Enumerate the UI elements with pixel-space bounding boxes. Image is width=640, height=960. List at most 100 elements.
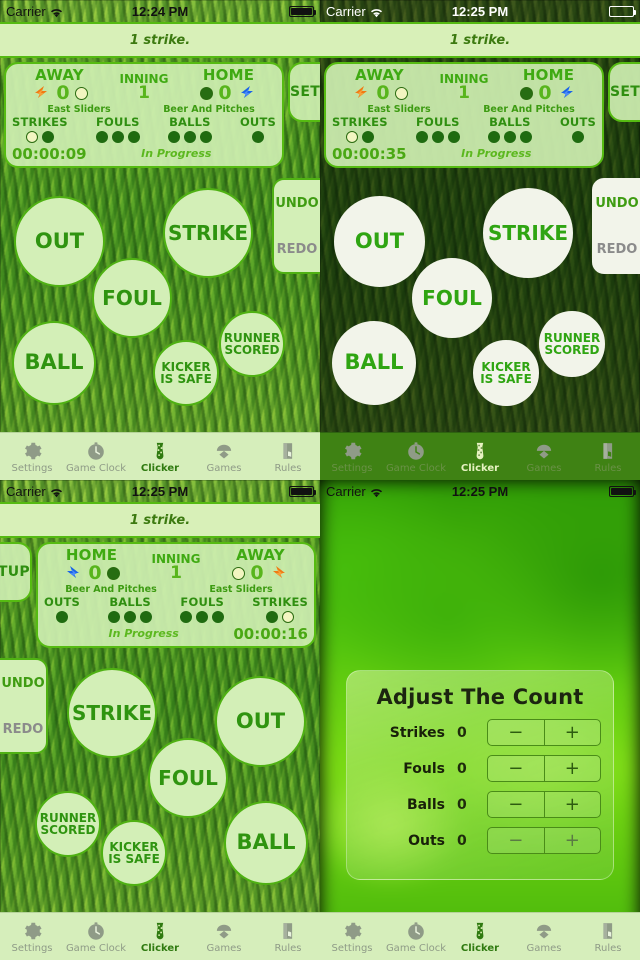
tab-games[interactable]: Games: [192, 433, 256, 480]
tab-games-label: Games: [206, 942, 242, 954]
tab-game-clock[interactable]: Game Clock: [64, 913, 128, 960]
possession-indicator-away: [74, 87, 88, 100]
redo-button: REDO: [594, 226, 640, 272]
banner-text: 1 strike.: [129, 512, 191, 528]
minus-icon: −: [508, 794, 524, 815]
kicker-is-safe-label: KICKER IS SAFE: [160, 361, 212, 385]
scoreboard-footer: In Progress 00:00:16: [44, 625, 308, 643]
tab-bar: Settings Game Clock Clicker Games Rules: [320, 432, 640, 480]
outs-increment-button[interactable]: +: [545, 828, 601, 853]
minus-icon: −: [508, 722, 524, 743]
runner-scored-button[interactable]: RUNNER SCORED: [35, 791, 101, 857]
tab-settings[interactable]: Settings: [320, 433, 384, 480]
tab-clicker[interactable]: Clicker: [448, 433, 512, 480]
tab-games[interactable]: Games: [512, 913, 576, 960]
adjust-row-strikes: Strikes 0 − +: [359, 719, 601, 746]
strike-button[interactable]: STRIKE: [67, 668, 157, 758]
count-label: STRIKES: [332, 115, 388, 129]
ball-button[interactable]: BALL: [332, 321, 416, 405]
tab-settings[interactable]: Settings: [0, 433, 64, 480]
count-label: STRIKES: [12, 115, 68, 129]
scoreboard: AWAY 0 INNING 1 HOME 0 East Sliders Beer…: [324, 62, 604, 168]
stopwatch-icon: [85, 920, 107, 942]
tab-clicker-label: Clicker: [140, 462, 180, 474]
setup-button-label: SETUP: [610, 84, 640, 100]
tab-settings[interactable]: Settings: [320, 913, 384, 960]
setup-button[interactable]: SETUP: [0, 542, 32, 602]
strikes-increment-button[interactable]: +: [545, 720, 601, 745]
out-button[interactable]: OUT: [334, 196, 425, 287]
tab-clicker[interactable]: Clicker: [128, 433, 192, 480]
strikes-stepper[interactable]: − +: [487, 719, 601, 746]
tab-clicker-label: Clicker: [140, 942, 180, 954]
balls-increment-button[interactable]: +: [545, 792, 601, 817]
foul-button[interactable]: FOUL: [148, 738, 228, 818]
tab-game-clock-label: Game Clock: [65, 462, 127, 474]
team-home: HOME 0: [181, 68, 276, 103]
clicker-icon: [469, 440, 491, 462]
count-label: BALLS: [169, 115, 211, 129]
scoreboard-teams: AWAY 0 INNING 1 HOME 0: [12, 68, 276, 103]
fouls-stepper[interactable]: − +: [487, 755, 601, 782]
adjust-row-balls: Balls 0 − +: [359, 791, 601, 818]
team-title-away: AWAY: [355, 66, 404, 84]
count-label: STRIKES: [252, 595, 308, 609]
tab-game-clock[interactable]: Game Clock: [384, 913, 448, 960]
count-indicators: STRIKES FOULS BALLS OUTS: [12, 115, 276, 143]
foul-button[interactable]: FOUL: [412, 258, 492, 338]
status-bar-time: 12:25 PM: [451, 3, 509, 19]
runner-scored-button[interactable]: RUNNER SCORED: [539, 311, 605, 377]
tab-game-clock[interactable]: Game Clock: [64, 433, 128, 480]
scoreboard-row: AWAY 0 INNING 1 HOME 0 East Sliders Beer…: [0, 62, 320, 168]
tab-clicker[interactable]: Clicker: [448, 913, 512, 960]
tab-clicker[interactable]: Clicker: [128, 913, 192, 960]
foul-button[interactable]: FOUL: [92, 258, 172, 338]
team-names-row: East Sliders Beer And Pitches: [332, 103, 596, 115]
tab-rules[interactable]: Rules: [576, 913, 640, 960]
tab-rules[interactable]: Rules: [576, 433, 640, 480]
runner-scored-button[interactable]: RUNNER SCORED: [219, 311, 285, 377]
adjust-row-fouls: Fouls 0 − +: [359, 755, 601, 782]
kicker-is-safe-button[interactable]: KICKER IS SAFE: [101, 820, 167, 886]
outs-decrement-button[interactable]: −: [488, 828, 545, 853]
strike-button[interactable]: STRIKE: [163, 188, 253, 278]
out-button[interactable]: OUT: [215, 676, 306, 767]
undo-label: UNDO: [1, 675, 45, 691]
count-dots: [345, 130, 374, 143]
adjust-row-outs: Outs 0 − +: [359, 827, 601, 854]
ball-button[interactable]: BALL: [12, 321, 96, 405]
lightning-bolt-icon: [237, 85, 257, 102]
fouls-increment-button[interactable]: +: [545, 756, 601, 781]
tab-game-clock-label: Game Clock: [65, 942, 127, 954]
team-home-stats: 0: [200, 84, 256, 103]
fouls-decrement-button[interactable]: −: [488, 756, 545, 781]
tab-rules[interactable]: Rules: [256, 433, 320, 480]
kicker-is-safe-button[interactable]: KICKER IS SAFE: [473, 340, 539, 406]
tab-game-clock[interactable]: Game Clock: [384, 433, 448, 480]
out-button[interactable]: OUT: [14, 196, 105, 287]
kicker-is-safe-button[interactable]: KICKER IS SAFE: [153, 340, 219, 406]
tab-games[interactable]: Games: [512, 433, 576, 480]
undo-button[interactable]: UNDO: [594, 180, 640, 226]
scoreboard-row: AWAY 0 INNING 1 HOME 0 East Sliders Beer…: [320, 62, 640, 168]
foul-button-label: FOUL: [422, 285, 482, 310]
count-group-balls: BALLS: [167, 115, 212, 143]
team-names-row: East Sliders Beer And Pitches: [12, 103, 276, 115]
inning-block: INNING 1: [114, 73, 174, 103]
possession-indicator-home: [200, 87, 214, 100]
setup-button[interactable]: SETUP: [288, 62, 320, 122]
status-bar-time: 12:25 PM: [131, 483, 189, 499]
setup-button[interactable]: SETUP: [608, 62, 640, 122]
tab-rules[interactable]: Rules: [256, 913, 320, 960]
balls-stepper[interactable]: − +: [487, 791, 601, 818]
balls-decrement-button[interactable]: −: [488, 792, 545, 817]
strikes-decrement-button[interactable]: −: [488, 720, 545, 745]
tab-settings[interactable]: Settings: [0, 913, 64, 960]
undo-label: UNDO: [275, 195, 319, 211]
ball-button[interactable]: BALL: [224, 801, 308, 885]
undo-button[interactable]: UNDO: [274, 180, 320, 226]
strike-button[interactable]: STRIKE: [483, 188, 573, 278]
outs-stepper[interactable]: − +: [487, 827, 601, 854]
undo-button[interactable]: UNDO: [0, 660, 46, 706]
tab-games[interactable]: Games: [192, 913, 256, 960]
